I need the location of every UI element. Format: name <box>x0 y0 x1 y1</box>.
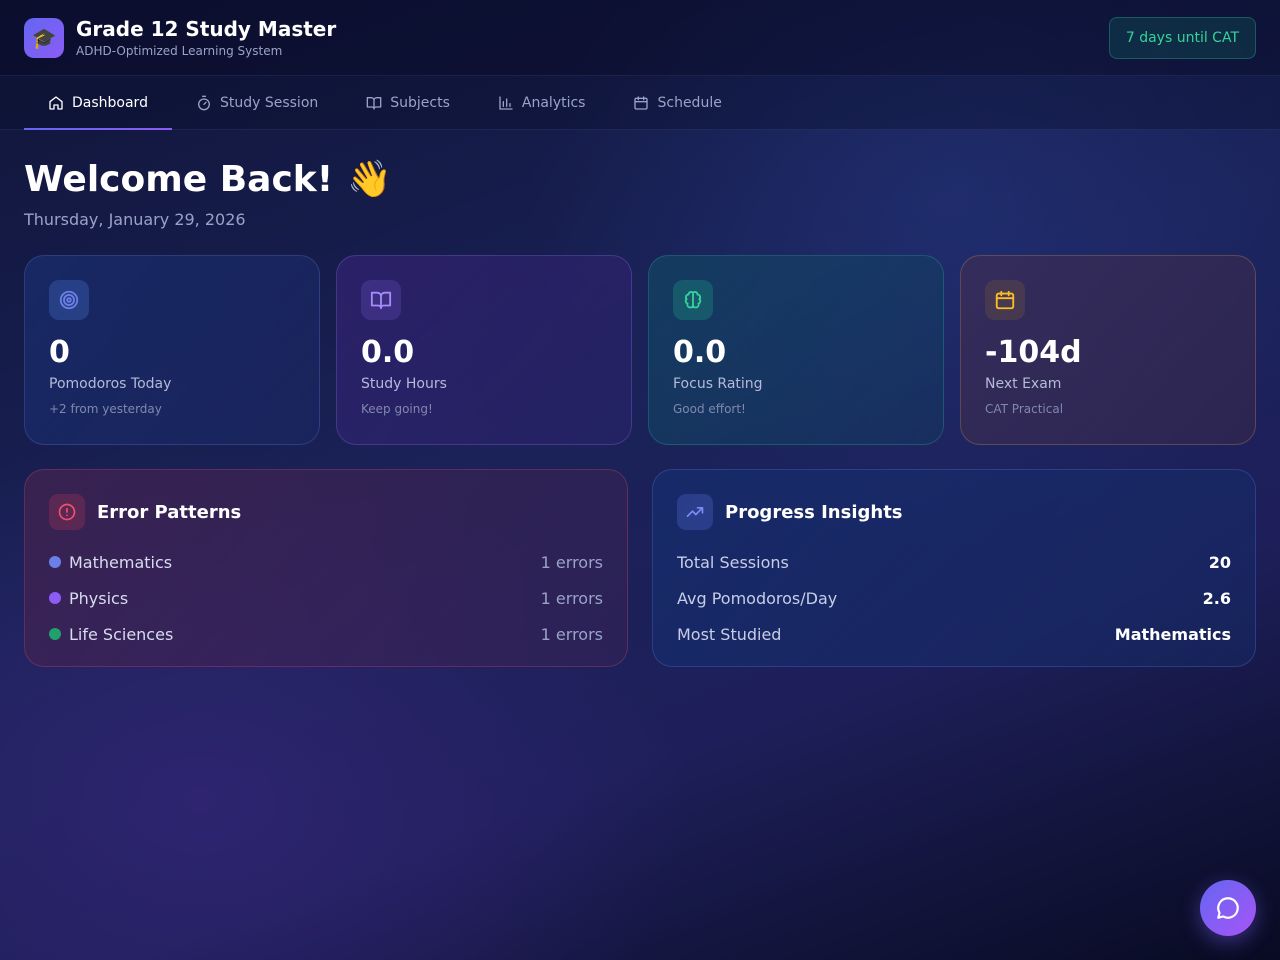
tab-analytics[interactable]: Analytics <box>474 76 610 129</box>
tab-label: Dashboard <box>72 94 148 111</box>
brand: 🎓 Grade 12 Study Master ADHD-Optimized L… <box>24 17 336 58</box>
calendar-icon <box>985 280 1025 320</box>
stat-card-study-hours: 0.0 Study Hours Keep going! <box>336 255 632 445</box>
stat-card-pomodoros: 0 Pomodoros Today +2 from yesterday <box>24 255 320 445</box>
app-header: 🎓 Grade 12 Study Master ADHD-Optimized L… <box>0 0 1280 76</box>
list-item: Physics 1 errors <box>49 580 603 616</box>
list-item: Total Sessions 20 <box>677 544 1231 580</box>
app-subtitle: ADHD-Optimized Learning System <box>76 44 283 58</box>
error-count: 1 errors <box>540 624 603 644</box>
subject-dot <box>49 628 61 640</box>
tab-schedule[interactable]: Schedule <box>609 76 745 129</box>
tab-study-session[interactable]: Study Session <box>172 76 342 129</box>
book-open-icon <box>366 96 382 110</box>
list-item: Mathematics 1 errors <box>49 544 603 580</box>
tab-label: Subjects <box>390 94 450 111</box>
list-item: Life Sciences 1 errors <box>49 616 603 652</box>
page-title: Welcome Back! 👋 <box>24 158 1256 201</box>
graduation-cap-icon: 🎓 <box>24 17 64 58</box>
error-count: 1 errors <box>540 552 603 572</box>
subject-name: Mathematics <box>69 552 173 572</box>
error-patterns-panel: Error Patterns Mathematics 1 errors Phys… <box>24 469 628 667</box>
subject-name: Life Sciences <box>69 624 174 644</box>
insight-label: Most Studied <box>677 624 782 644</box>
brain-icon <box>673 280 713 320</box>
timer-icon <box>197 95 210 110</box>
subject-dot <box>49 556 61 568</box>
stat-value: -104d <box>985 335 1082 370</box>
stat-label: Next Exam <box>985 376 1062 392</box>
panel-title: Error Patterns <box>97 501 242 523</box>
list-item: Avg Pomodoros/Day 2.6 <box>677 580 1231 616</box>
tab-label: Schedule <box>657 94 722 111</box>
calendar-icon <box>634 95 649 110</box>
trending-up-icon <box>677 494 713 530</box>
bar-chart-icon <box>499 95 513 110</box>
tab-subjects[interactable]: Subjects <box>342 76 474 129</box>
stat-value: 0.0 <box>673 335 727 370</box>
home-icon <box>49 95 63 110</box>
stat-card-next-exam: -104d Next Exam CAT Practical <box>960 255 1256 445</box>
stat-card-focus-rating: 0.0 Focus Rating Good effort! <box>648 255 944 445</box>
waving-hand-icon: 👋 <box>347 159 392 200</box>
insight-value: 20 <box>1208 552 1231 572</box>
chat-button[interactable] <box>1200 880 1256 936</box>
stat-note: Keep going! <box>361 402 433 416</box>
stat-label: Focus Rating <box>673 376 763 392</box>
panel-header: Error Patterns <box>49 494 603 530</box>
panels-row: Error Patterns Mathematics 1 errors Phys… <box>0 445 1280 667</box>
insight-label: Total Sessions <box>677 552 789 572</box>
stat-value: 0 <box>49 335 70 370</box>
target-icon <box>49 280 89 320</box>
insight-label: Avg Pomodoros/Day <box>677 588 838 608</box>
error-count: 1 errors <box>540 588 603 608</box>
welcome-heading: Welcome Back! <box>24 158 334 200</box>
panel-header: Progress Insights <box>677 494 1231 530</box>
insight-value: Mathematics <box>1114 624 1231 644</box>
book-open-icon <box>361 280 401 320</box>
subject-dot <box>49 592 61 604</box>
stat-note: CAT Practical <box>985 402 1064 416</box>
stat-label: Pomodoros Today <box>49 376 172 392</box>
progress-insights-panel: Progress Insights Total Sessions 20 Avg … <box>652 469 1256 667</box>
stat-note: +2 from yesterday <box>49 402 162 416</box>
welcome-section: Welcome Back! 👋 Thursday, January 29, 20… <box>0 130 1280 230</box>
insight-value: 2.6 <box>1202 588 1231 608</box>
panel-title: Progress Insights <box>725 501 903 523</box>
stat-note: Good effort! <box>673 402 746 416</box>
tab-label: Analytics <box>521 94 586 111</box>
main-nav: Dashboard Study Session Subjects Analyti… <box>0 76 1280 130</box>
chat-bubble-icon <box>1217 897 1239 919</box>
tab-label: Study Session <box>219 94 319 111</box>
app-title: Grade 12 Study Master <box>76 17 337 41</box>
stat-value: 0.0 <box>361 335 415 370</box>
tab-dashboard[interactable]: Dashboard <box>24 76 172 130</box>
countdown-badge: 7 days until CAT <box>1108 16 1256 59</box>
stat-label: Study Hours <box>361 376 447 392</box>
stats-row: 0 Pomodoros Today +2 from yesterday 0.0 … <box>0 229 1280 445</box>
alert-circle-icon <box>49 494 85 530</box>
current-date: Thursday, January 29, 2026 <box>24 210 246 229</box>
list-item: Most Studied Mathematics <box>677 616 1231 652</box>
subject-name: Physics <box>69 588 129 608</box>
